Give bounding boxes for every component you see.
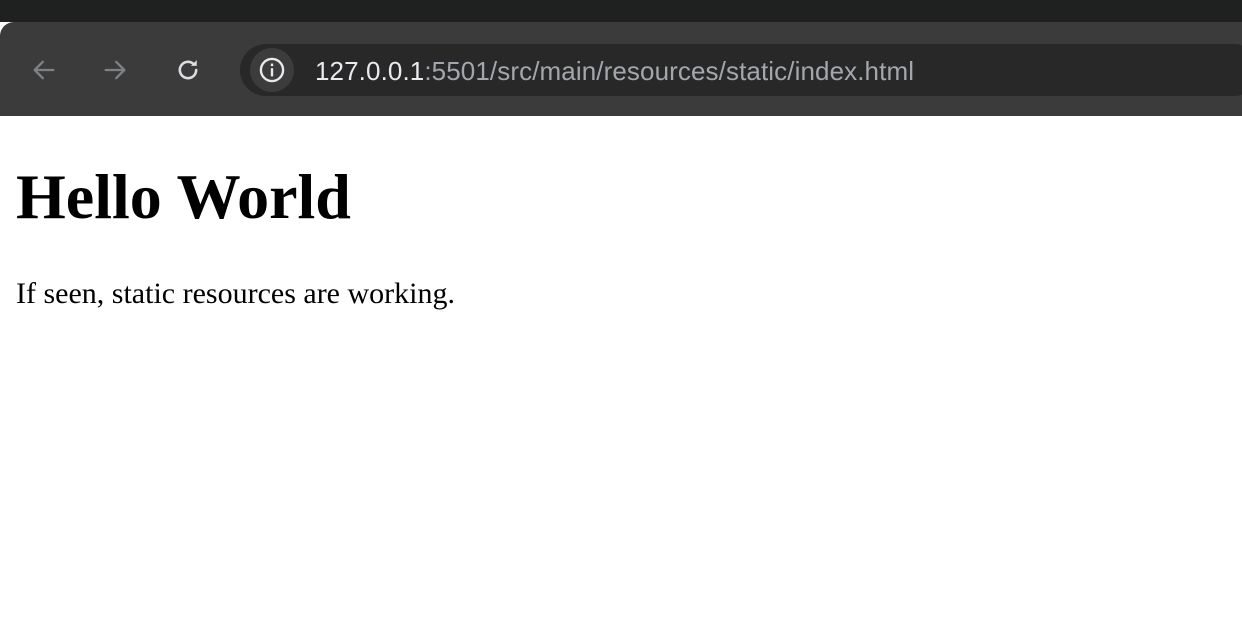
tab-strip bbox=[0, 0, 1242, 22]
address-bar[interactable]: 127.0.0.1:5501/src/main/resources/static… bbox=[240, 44, 1242, 96]
forward-button[interactable] bbox=[95, 50, 135, 90]
url-text[interactable]: 127.0.0.1:5501/src/main/resources/static… bbox=[315, 56, 914, 86]
arrow-left-icon bbox=[33, 60, 55, 80]
reload-button[interactable] bbox=[168, 50, 208, 90]
back-button[interactable] bbox=[24, 50, 64, 90]
page-heading: Hello World bbox=[16, 161, 351, 232]
site-info-button[interactable] bbox=[250, 48, 294, 92]
url-host: 127.0.0.1 bbox=[315, 56, 425, 86]
reload-icon bbox=[178, 60, 198, 80]
browser-toolbar: 127.0.0.1:5501/src/main/resources/static… bbox=[0, 22, 1242, 116]
arrow-right-icon bbox=[104, 60, 126, 80]
url-path: :5501/src/main/resources/static/index.ht… bbox=[424, 56, 915, 86]
page-paragraph: If seen, static resources are working. bbox=[16, 277, 455, 310]
info-icon bbox=[259, 57, 285, 83]
page-content: Hello World If seen, static resources ar… bbox=[0, 116, 1242, 632]
